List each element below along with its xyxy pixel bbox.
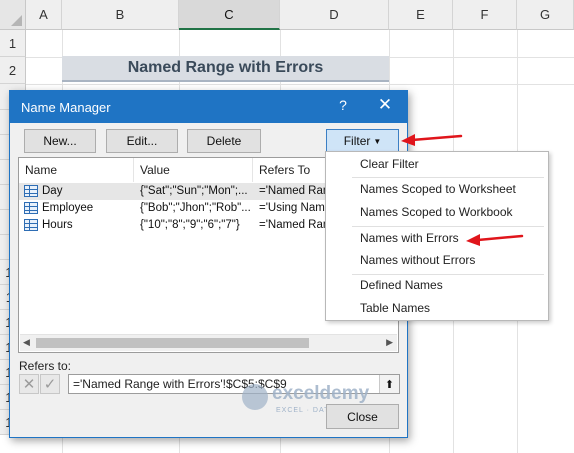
scroll-left-icon[interactable]: ◀: [23, 337, 30, 348]
list-item-value: {"Sat";"Sun";"Mon";...: [140, 185, 248, 197]
close-button[interactable]: Close: [326, 404, 399, 429]
column-header-c[interactable]: C: [179, 0, 280, 30]
menu-item-clear-filter[interactable]: Clear Filter: [360, 157, 419, 171]
dialog-titlebar[interactable]: Name Manager ? ✕: [10, 91, 407, 123]
filter-button-label: Filter: [343, 134, 371, 148]
gridline: [26, 84, 574, 85]
menu-separator: [352, 226, 544, 227]
dialog-title: Name Manager: [21, 100, 111, 115]
sheet-title-cell[interactable]: Named Range with Errors: [62, 56, 389, 82]
close-icon[interactable]: ✕: [375, 95, 395, 117]
column-header-f[interactable]: F: [453, 0, 517, 30]
column-header-e[interactable]: E: [389, 0, 453, 30]
watermark-name: exceldemy: [272, 383, 370, 404]
filter-button[interactable]: Filter ▼: [326, 129, 399, 153]
list-header-name[interactable]: Name: [19, 158, 134, 182]
commit-edit-icon[interactable]: ✓: [40, 374, 60, 394]
list-item-name: Employee: [42, 202, 94, 214]
new-button[interactable]: New...: [24, 129, 96, 153]
chevron-down-icon: ▼: [373, 136, 382, 146]
menu-item-defined-names[interactable]: Defined Names: [360, 278, 443, 292]
list-item-value: {"Bob";"Jhon";"Rob"...: [140, 202, 251, 214]
horizontal-scrollbar[interactable]: ◀ ▶: [20, 334, 397, 351]
menu-separator: [352, 177, 544, 178]
row-header-2[interactable]: 2: [0, 57, 26, 84]
menu-item-scoped-to-workbook[interactable]: Names Scoped to Workbook: [360, 205, 513, 219]
cancel-edit-icon[interactable]: ✕: [19, 374, 39, 394]
edit-button[interactable]: Edit...: [106, 129, 178, 153]
column-header-g[interactable]: G: [517, 0, 574, 30]
list-item-name: Hours: [42, 219, 73, 231]
column-header-b[interactable]: B: [62, 0, 179, 30]
menu-item-names-with-errors[interactable]: Names with Errors: [360, 231, 459, 245]
scroll-right-icon[interactable]: ▶: [386, 337, 393, 348]
scrollbar-thumb[interactable]: [36, 338, 309, 348]
menu-item-table-names[interactable]: Table Names: [360, 301, 430, 315]
named-range-icon: [24, 185, 38, 197]
menu-item-scoped-to-worksheet[interactable]: Names Scoped to Worksheet: [360, 182, 516, 196]
delete-button[interactable]: Delete: [187, 129, 261, 153]
filter-dropdown-menu: Clear Filter Names Scoped to Worksheet N…: [325, 151, 549, 321]
exceldemy-logo-icon: [242, 384, 268, 410]
select-all-triangle-icon: [11, 15, 22, 26]
column-header-a[interactable]: A: [26, 0, 62, 30]
column-header-d[interactable]: D: [280, 0, 389, 30]
refers-to-label: Refers to:: [19, 359, 72, 373]
row-header-1[interactable]: 1: [0, 30, 26, 57]
list-header-value[interactable]: Value: [134, 158, 253, 182]
menu-item-names-without-errors[interactable]: Names without Errors: [360, 253, 475, 267]
menu-separator: [352, 274, 544, 275]
select-all-corner[interactable]: [0, 0, 26, 30]
named-range-icon: [24, 219, 38, 231]
list-item-value: {"10";"8";"9";"6";"7"}: [140, 219, 240, 231]
named-range-icon: [24, 202, 38, 214]
help-icon[interactable]: ?: [335, 97, 351, 115]
list-item-name: Day: [42, 185, 63, 197]
